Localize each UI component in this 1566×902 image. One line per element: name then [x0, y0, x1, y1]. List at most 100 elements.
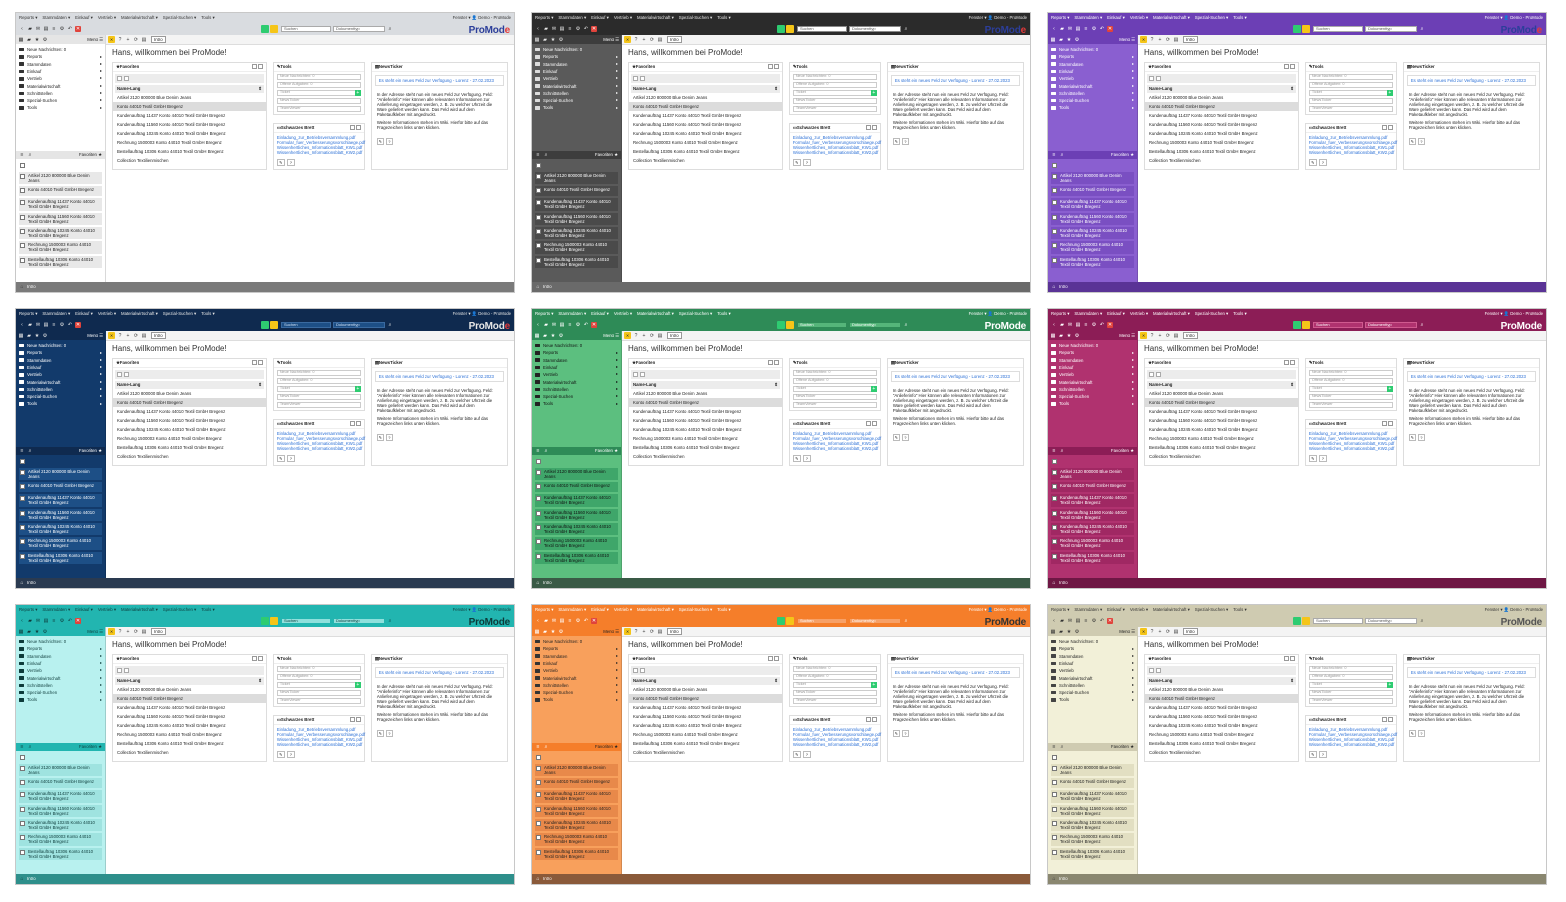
mail-icon[interactable]: ✉: [35, 618, 41, 624]
sidebar-item-reports[interactable]: Reports ▸: [19, 349, 102, 356]
back-icon[interactable]: ‹: [535, 322, 541, 328]
download-icon[interactable]: [865, 717, 871, 723]
search-icon[interactable]: ⌕: [543, 448, 549, 454]
open-folder-icon[interactable]: ▰: [27, 322, 33, 328]
list-item[interactable]: Artikel 2120 800000 Blue Denim Jeans: [535, 764, 618, 777]
home-icon[interactable]: ⌂: [535, 876, 541, 882]
doctype-select[interactable]: Dokumenttyp: [1365, 618, 1417, 624]
sort-icon[interactable]: ⇕: [1290, 86, 1294, 91]
help-icon[interactable]: ?: [385, 433, 393, 441]
checkbox[interactable]: [20, 806, 25, 812]
sidebar-item-einkauf[interactable]: Einkauf ▸: [19, 364, 102, 371]
sidebar-item-nachrichten[interactable]: Neue Nachrichten: 0: [19, 638, 102, 645]
settings-icon[interactable]: ⚙: [575, 26, 581, 32]
checkbox[interactable]: [536, 524, 541, 530]
search-icon[interactable]: ⌕: [543, 152, 549, 158]
checkbox[interactable]: [536, 539, 541, 545]
messages-field[interactable]: Neue Nachrichten: 0: [1308, 73, 1393, 80]
edit-icon[interactable]: [871, 717, 877, 723]
open-folder-icon[interactable]: ▰: [1059, 26, 1065, 32]
settings-icon[interactable]: ⚙: [575, 618, 581, 624]
edit-icon[interactable]: [1387, 717, 1393, 723]
doctype-select[interactable]: Dokumenttyp: [849, 26, 901, 32]
document-link[interactable]: Wissenhertliches_Informationsblatt_KW2.p…: [793, 150, 879, 155]
mail-icon[interactable]: ✉: [35, 322, 41, 328]
teamviewer-field[interactable]: TeamViewer: [276, 697, 361, 704]
status-green-indicator[interactable]: [261, 321, 269, 329]
search-icon[interactable]: ⌕: [903, 322, 909, 328]
menu-toggle-button[interactable]: Menü ☰: [87, 333, 103, 338]
download-icon[interactable]: [349, 125, 355, 131]
gear-icon[interactable]: ⚙: [558, 37, 564, 43]
sidebar-item-reports[interactable]: Reports ▸: [535, 349, 618, 356]
status-tab-intro[interactable]: Intro: [543, 580, 552, 585]
wiki-icon[interactable]: ✎: [892, 729, 900, 737]
sidebar-item-materialwirtschaft[interactable]: Materialwirtschaft ▸: [19, 82, 102, 89]
teamviewer-field[interactable]: TeamViewer: [276, 401, 361, 408]
list-item[interactable]: Rechnung 1500003 Konto 44010 Textil GmbH…: [19, 241, 102, 254]
menu-item-reports[interactable]: Reports ▾: [19, 607, 37, 612]
edit-icon[interactable]: [871, 125, 877, 131]
sidebar-item-reports[interactable]: Reports ▸: [535, 645, 618, 652]
status-tab-intro[interactable]: Intro: [1059, 284, 1068, 289]
checkbox[interactable]: [536, 835, 541, 841]
search-icon[interactable]: ⌕: [903, 26, 909, 32]
menu-item-stammdaten[interactable]: Stammdaten ▾: [42, 15, 70, 20]
folder-icon[interactable]: ▰: [1058, 629, 1064, 635]
tab-intro[interactable]: Intro: [151, 331, 166, 340]
print-icon[interactable]: ▤: [43, 26, 49, 32]
settings-icon[interactable]: ⚙: [59, 26, 65, 32]
table-row[interactable]: Kundenauftrag 10245 Konto 44010 Textil G…: [629, 721, 782, 730]
menu-item-tools[interactable]: Tools ▾: [1233, 15, 1246, 20]
menu-item-einkauf[interactable]: Einkauf ▾: [1107, 311, 1125, 316]
menu-item-stammdaten[interactable]: Stammdaten ▾: [558, 607, 586, 612]
list-item[interactable]: Rechnung 1500003 Konto 44010 Textil GmbH…: [535, 241, 618, 254]
checkbox[interactable]: [20, 553, 25, 559]
home-icon[interactable]: ⌂: [19, 284, 25, 290]
add-ticket-icon[interactable]: +: [354, 681, 361, 688]
close-icon[interactable]: ✕: [75, 618, 81, 624]
checkbox[interactable]: [20, 820, 25, 826]
teamviewer-field[interactable]: TeamViewer: [1308, 105, 1393, 112]
checkbox[interactable]: [1052, 510, 1057, 516]
back-icon[interactable]: ‹: [19, 618, 25, 624]
wiki-icon[interactable]: ✎: [1308, 751, 1317, 759]
search-icon[interactable]: ⌕: [27, 152, 33, 158]
checkbox[interactable]: [1052, 214, 1057, 220]
sidebar-item-einkauf[interactable]: Einkauf ▸: [19, 660, 102, 667]
checkbox[interactable]: [1052, 766, 1057, 771]
help-icon[interactable]: ?: [286, 751, 295, 759]
document-icon[interactable]: ▤: [1173, 629, 1179, 635]
list-item[interactable]: Kundenauftrag 10245 Konto 44010 Textil G…: [19, 818, 102, 832]
sort-icon[interactable]: ⇕: [774, 382, 778, 387]
add-icon[interactable]: +: [641, 37, 647, 43]
document-icon[interactable]: ▤: [1173, 333, 1179, 339]
user-menu[interactable]: Fenster ▾ 👤 Demo - ProMode: [969, 311, 1027, 316]
sidebar-item-einkauf[interactable]: Einkauf ▸: [535, 364, 618, 371]
document-link[interactable]: Einladung_zur_Betriebsversammlung.pdf: [793, 135, 877, 140]
checkbox[interactable]: [20, 228, 25, 234]
checkbox[interactable]: [20, 243, 25, 249]
list-item[interactable]: Kundenauftrag 11560 Konto 44010 Textil G…: [535, 804, 618, 817]
list-item[interactable]: Kundenauftrag 10245 Konto 44010 Textil G…: [1051, 226, 1134, 240]
table-row[interactable]: Kundenauftrag 11437 Konto 44010 Textil G…: [113, 703, 266, 712]
sidebar-item-nachrichten[interactable]: Neue Nachrichten: 0: [1051, 342, 1134, 349]
document-link[interactable]: Einladung_zur_Betriebsversammlung.pdf: [1309, 431, 1393, 436]
sidebar-item-reports[interactable]: Reports ▸: [535, 53, 618, 60]
checkbox[interactable]: [1052, 200, 1057, 206]
wiki-icon[interactable]: ✎: [792, 159, 801, 167]
tasks-field[interactable]: Offene Aufgaben: 0: [1308, 81, 1393, 88]
star-icon[interactable]: ★: [34, 629, 40, 635]
table-row[interactable]: Rechnung 1500003 Konto 44010 Textil GmbH…: [1145, 138, 1298, 147]
search-icon[interactable]: ⌕: [1059, 744, 1065, 750]
print-icon[interactable]: ▤: [1075, 618, 1081, 624]
checkbox[interactable]: [1052, 470, 1057, 475]
status-green-indicator[interactable]: [777, 321, 785, 329]
sidebar-item-tools[interactable]: Tools ▸: [1051, 104, 1134, 111]
checkbox[interactable]: [20, 780, 25, 786]
list-item[interactable]: Kundenauftrag 11437 Konto 44010 Textil G…: [535, 790, 618, 803]
newsticker-field[interactable]: NewsTicker: [1308, 393, 1393, 400]
list-item[interactable]: Artikel 2120 800000 Blue Denim Jeans: [1051, 172, 1134, 185]
table-row[interactable]: Kundenauftrag 11437 Konto 44010 Textil G…: [113, 111, 266, 120]
folder-icon[interactable]: ▰: [1058, 333, 1064, 339]
